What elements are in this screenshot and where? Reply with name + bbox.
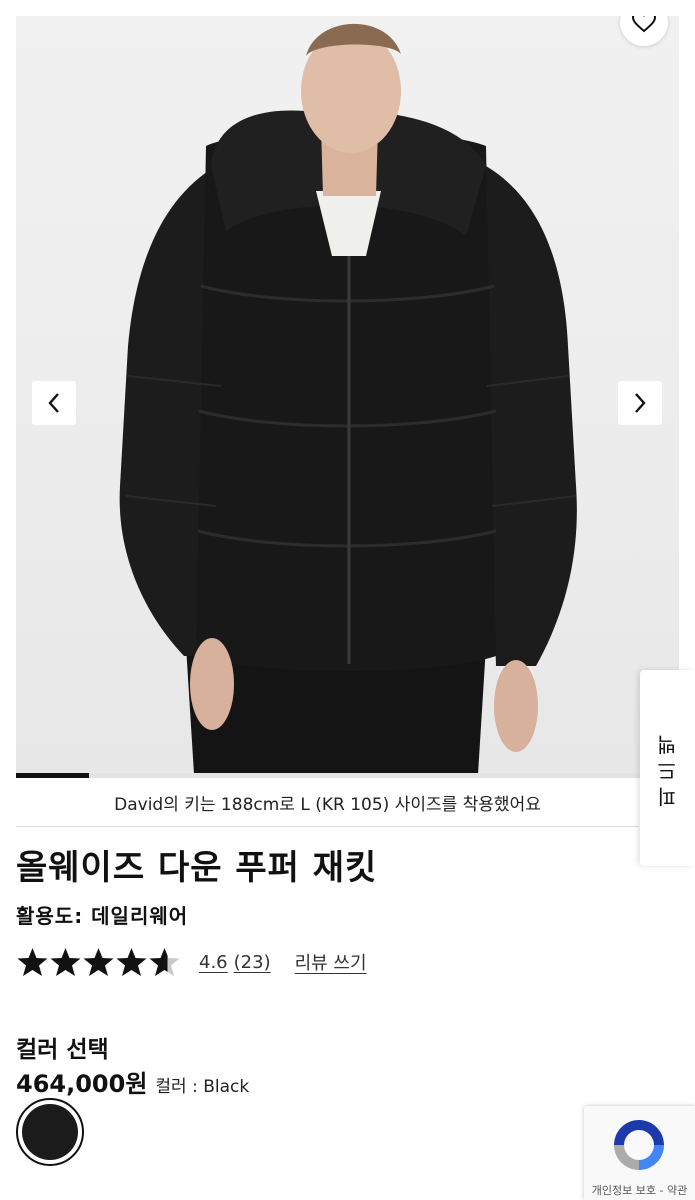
selected-color-label: 컬러 : Black [155,1077,250,1097]
color-swatch-fill [22,1104,78,1160]
rating-row: 4.6 (23) 리뷰 쓰기 [16,944,367,980]
price-row: 464,000원 컬러 : Black [16,1064,249,1099]
gallery-prev-button[interactable] [32,381,76,425]
feedback-tab[interactable]: 피드백 [640,670,695,866]
color-select-heading: 컬러 선택 [16,1037,109,1063]
divider [16,826,639,827]
recaptcha-badge[interactable]: 개인정보 보호 - 약관 [584,1106,695,1200]
product-price: 464,000원 [16,1070,148,1098]
chevron-right-icon [635,393,646,413]
write-review-link[interactable]: 리뷰 쓰기 [295,949,367,975]
star-icon [83,948,114,976]
color-swatch-black[interactable] [16,1098,84,1166]
product-image-gallery[interactable] [16,16,679,774]
rating-stars[interactable] [16,946,181,978]
star-icon [50,948,81,976]
review-count[interactable]: (23) [234,952,271,973]
star-icon [149,948,180,976]
star-icon [116,948,147,976]
product-photo [119,23,577,774]
gallery-progress-bar [16,773,679,778]
rating-value[interactable]: 4.6 [199,952,228,973]
star-icon [17,948,48,976]
feedback-tab-label: 피드백 [656,729,680,807]
recaptcha-icon [614,1120,664,1170]
heart-icon [631,16,657,33]
chevron-left-icon [48,393,59,413]
gallery-next-button[interactable] [618,381,662,425]
product-title: 올웨이즈 다운 푸퍼 재킷 [16,848,378,888]
product-usage: 활용도: 데일리웨어 [16,904,189,928]
model-size-caption: David의 키는 188cm로 L (KR 105) 사이즈를 착용했어요 [114,795,541,815]
gallery-progress-fill [16,773,89,778]
recaptcha-footer[interactable]: 개인정보 보호 - 약관 [584,1182,695,1198]
